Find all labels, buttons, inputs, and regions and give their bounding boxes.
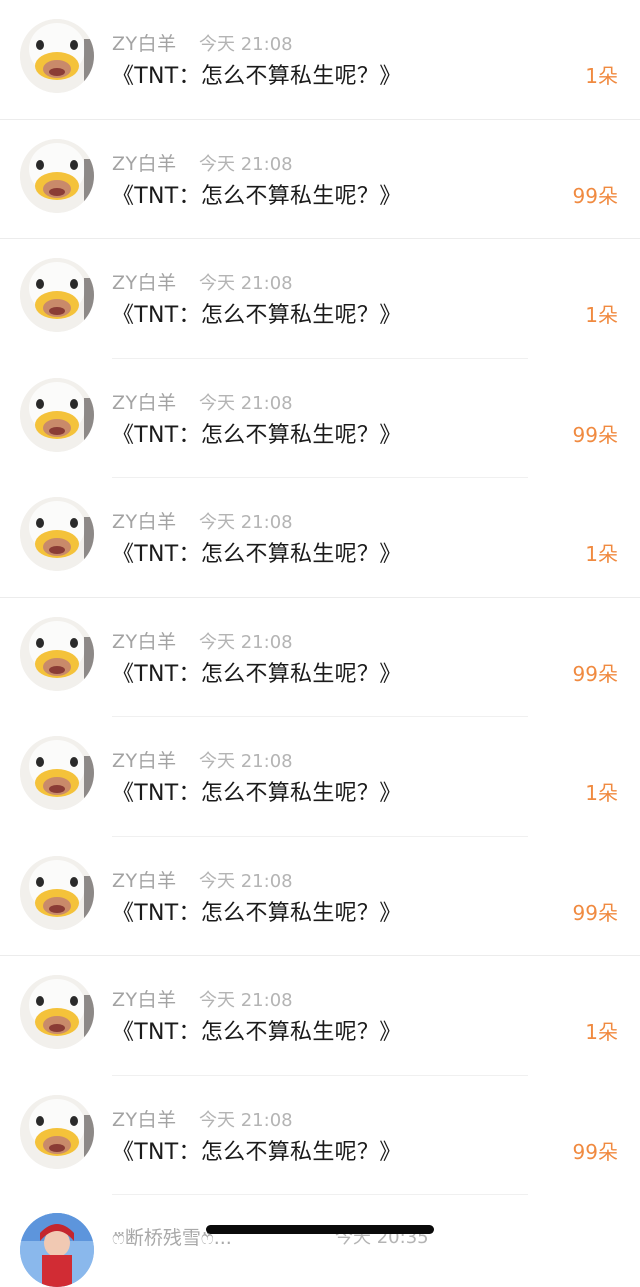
message-row[interactable]: ZY白羊 今天 21:08 《TNT：怎么不算私生呢？》 99朵 xyxy=(0,1076,640,1195)
message-time: 今天 21:08 xyxy=(199,990,293,1011)
sender-name: ZY白羊 xyxy=(112,152,177,175)
message-time: 今天 21:08 xyxy=(199,273,293,294)
sender-name: ZY白羊 xyxy=(112,33,177,55)
duck-avatar-icon[interactable] xyxy=(20,855,94,930)
message-text: 《TNT：怎么不算私生呢？》 xyxy=(112,303,402,328)
message-row[interactable]: ZY白羊 今天 21:08 《TNT：怎么不算私生呢？》 1朵 xyxy=(0,717,640,837)
sender-name: ZY白羊 xyxy=(112,511,177,533)
sender-name: ZY白羊 xyxy=(112,750,177,772)
duck-avatar-icon[interactable] xyxy=(20,616,94,691)
gift-count: 99朵 xyxy=(572,183,618,208)
message-row[interactable]: ZY白羊 今天 21:08 《TNT：怎么不算私生呢？》 99朵 xyxy=(0,837,640,956)
duck-avatar-icon[interactable] xyxy=(20,138,94,213)
gift-count: 99朵 xyxy=(572,1139,618,1164)
sender-name: ZY白羊 xyxy=(112,391,177,414)
message-time: 今天 21:08 xyxy=(199,1109,293,1131)
gift-count: 1朵 xyxy=(585,1020,618,1044)
duck-avatar-icon[interactable] xyxy=(20,736,94,810)
message-time: 今天 21:08 xyxy=(199,392,293,414)
duck-avatar-icon[interactable] xyxy=(20,975,94,1049)
message-time: 今天 21:08 xyxy=(199,512,293,533)
message-time: 今天 21:08 xyxy=(199,751,293,772)
gift-count: 1朵 xyxy=(585,64,618,88)
message-text: 《TNT：怎么不算私生呢？》 xyxy=(112,183,402,209)
sender-name: ZY白羊 xyxy=(112,272,177,294)
gift-count: 1朵 xyxy=(585,303,618,327)
message-row[interactable]: ZY白羊 今天 21:08 《TNT：怎么不算私生呢？》 1朵 xyxy=(0,956,640,1076)
gift-count: 1朵 xyxy=(585,542,618,566)
message-row[interactable]: ZY白羊 今天 21:08 《TNT：怎么不算私生呢？》 1朵 xyxy=(0,239,640,359)
duck-avatar-icon[interactable] xyxy=(20,1094,94,1169)
message-text: 《TNT：怎么不算私生呢？》 xyxy=(112,661,402,687)
user-avatar-icon[interactable] xyxy=(20,1213,94,1287)
sender-name: ZY白羊 xyxy=(112,989,177,1011)
message-text: 《TNT：怎么不算私生呢？》 xyxy=(112,781,402,806)
home-indicator[interactable] xyxy=(206,1225,434,1234)
sender-name: ZY白羊 xyxy=(112,869,177,892)
sender-name: ZY白羊 xyxy=(112,1108,177,1131)
message-row[interactable]: ZY白羊 今天 21:08 《TNT：怎么不算私生呢？》 99朵 xyxy=(0,598,640,717)
message-text: 《TNT：怎么不算私生呢？》 xyxy=(112,542,402,567)
duck-avatar-icon[interactable] xyxy=(20,497,94,571)
message-list: ZY白羊 今天 21:08 《TNT：怎么不算私生呢？》 1朵 ZY白羊 今天 … xyxy=(0,0,640,1195)
message-time: 今天 21:08 xyxy=(199,870,293,892)
message-row[interactable]: ZY白羊 今天 21:08 《TNT：怎么不算私生呢？》 1朵 xyxy=(0,478,640,598)
message-row[interactable]: ZY白羊 今天 21:08 《TNT：怎么不算私生呢？》 99朵 xyxy=(0,359,640,478)
message-text: 《TNT：怎么不算私生呢？》 xyxy=(112,900,402,926)
gift-count: 99朵 xyxy=(572,661,618,686)
message-time: 今天 21:08 xyxy=(199,153,293,175)
message-row[interactable]: ZY白羊 今天 21:08 《TNT：怎么不算私生呢？》 99朵 xyxy=(0,120,640,239)
sender-name: ZY白羊 xyxy=(112,630,177,653)
message-text: 《TNT：怎么不算私生呢？》 xyxy=(112,1020,402,1045)
duck-avatar-icon[interactable] xyxy=(20,19,94,93)
duck-avatar-icon[interactable] xyxy=(20,258,94,332)
message-text: 《TNT：怎么不算私生呢？》 xyxy=(112,1139,402,1165)
gift-count: 99朵 xyxy=(572,900,618,925)
message-text: 《TNT：怎么不算私生呢？》 xyxy=(112,64,402,89)
message-time: 今天 21:08 xyxy=(199,631,293,653)
message-time: 今天 21:08 xyxy=(199,34,293,55)
duck-avatar-icon[interactable] xyxy=(20,377,94,452)
message-text: 《TNT：怎么不算私生呢？》 xyxy=(112,422,402,448)
gift-count: 1朵 xyxy=(585,781,618,805)
message-row[interactable]: ZY白羊 今天 21:08 《TNT：怎么不算私生呢？》 1朵 xyxy=(0,0,640,120)
gift-count: 99朵 xyxy=(572,422,618,447)
